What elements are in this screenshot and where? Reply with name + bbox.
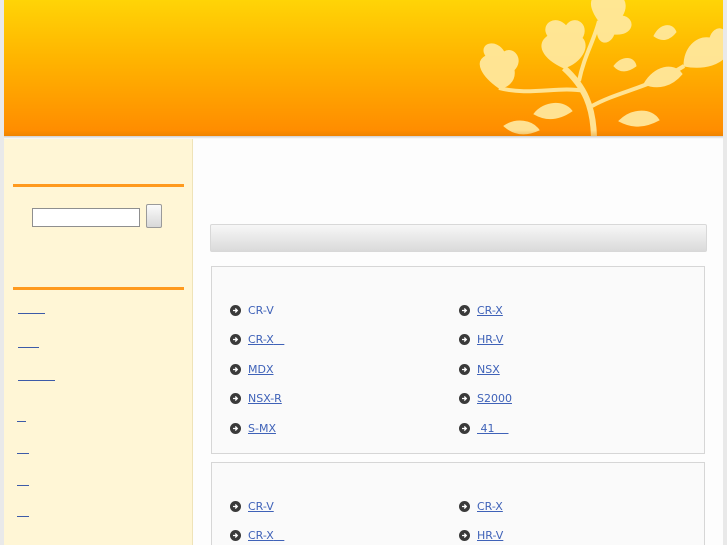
circle-arrow-right-icon bbox=[459, 392, 470, 404]
model-link[interactable]: CR-X bbox=[230, 528, 284, 542]
model-label: CR-X bbox=[477, 499, 503, 513]
model-panel: CR-V CR-X CR-X HR-V MDX NSX NSX-R S2000 … bbox=[211, 266, 705, 454]
model-link[interactable]: NSX-R bbox=[230, 391, 282, 405]
model-label: HR-V bbox=[477, 332, 504, 346]
circle-arrow-right-icon bbox=[230, 500, 241, 512]
circle-arrow-right-icon bbox=[230, 363, 241, 375]
model-label: CR-X bbox=[248, 332, 274, 346]
model-panel: CR-V CR-X CR-X HR-V bbox=[211, 462, 705, 545]
sidebar-link[interactable] bbox=[18, 368, 55, 381]
model-link[interactable]: NSX bbox=[459, 362, 500, 376]
model-label: HR-V bbox=[477, 528, 504, 542]
model-link[interactable]: MDX bbox=[230, 362, 274, 376]
model-label-suffix bbox=[495, 422, 509, 435]
search-input[interactable] bbox=[32, 208, 140, 227]
sidebar-link[interactable] bbox=[17, 441, 29, 454]
model-label: S-MX bbox=[248, 421, 276, 435]
model-link[interactable]: 41 bbox=[459, 421, 509, 435]
sidebar-divider-bottom bbox=[13, 287, 184, 290]
sidebar-link[interactable] bbox=[18, 301, 45, 314]
model-label-suffix bbox=[274, 529, 285, 542]
main-content: CR-V CR-X CR-X HR-V MDX NSX NSX-R S2000 … bbox=[193, 139, 723, 545]
model-link[interactable]: S-MX bbox=[230, 421, 276, 435]
model-label-suffix bbox=[274, 333, 285, 346]
circle-arrow-right-icon bbox=[459, 500, 470, 512]
model-label: CR-X bbox=[248, 528, 274, 542]
model-label: NSX-R bbox=[248, 391, 282, 405]
circle-arrow-right-icon bbox=[230, 304, 241, 316]
model-link[interactable]: CR-V bbox=[230, 303, 274, 317]
sidebar-divider-top bbox=[13, 184, 184, 187]
model-label: 41 bbox=[480, 421, 495, 435]
model-label: NSX bbox=[477, 362, 500, 376]
search-button[interactable] bbox=[146, 204, 162, 228]
sidebar-link[interactable] bbox=[17, 473, 29, 486]
circle-arrow-right-icon bbox=[230, 333, 241, 345]
circle-arrow-right-icon bbox=[459, 529, 470, 541]
sidebar-link[interactable] bbox=[17, 409, 26, 422]
model-link[interactable]: CR-X bbox=[459, 303, 503, 317]
model-label: MDX bbox=[248, 362, 274, 376]
model-label: CR-X bbox=[477, 303, 503, 317]
circle-arrow-right-icon bbox=[230, 529, 241, 541]
circle-arrow-right-icon bbox=[459, 363, 470, 375]
model-link[interactable]: CR-V bbox=[230, 499, 274, 513]
circle-arrow-right-icon bbox=[230, 422, 241, 434]
model-label: S2000 bbox=[477, 391, 512, 405]
model-link[interactable]: HR-V bbox=[459, 528, 503, 542]
flower-ornament-icon bbox=[479, 0, 723, 136]
circle-arrow-right-icon bbox=[230, 392, 241, 404]
sidebar-link[interactable] bbox=[18, 335, 39, 348]
page: CR-V CR-X CR-X HR-V MDX NSX NSX-R S2000 … bbox=[4, 0, 723, 545]
model-link[interactable]: CR-X bbox=[459, 499, 503, 513]
circle-arrow-right-icon bbox=[459, 304, 470, 316]
sidebar bbox=[4, 139, 193, 545]
model-link[interactable]: S2000 bbox=[459, 391, 512, 405]
circle-arrow-right-icon bbox=[459, 422, 470, 434]
sidebar-link[interactable] bbox=[17, 504, 29, 517]
model-link[interactable]: CR-X bbox=[230, 332, 284, 346]
circle-arrow-right-icon bbox=[459, 333, 470, 345]
section-title-bar bbox=[210, 224, 707, 252]
model-link[interactable]: HR-V bbox=[459, 332, 503, 346]
header-banner bbox=[4, 0, 723, 136]
sidebar-link[interactable] bbox=[17, 535, 21, 545]
model-label: CR-V bbox=[248, 499, 274, 513]
model-label: CR-V bbox=[248, 303, 274, 317]
